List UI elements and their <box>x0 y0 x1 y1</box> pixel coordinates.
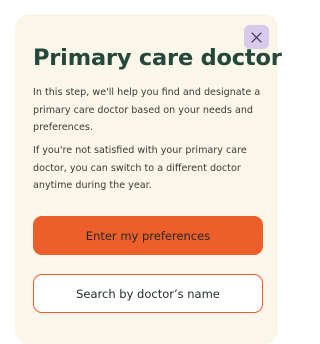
dialog-title: Primary care doctor <box>33 45 282 71</box>
search-by-doctor-name-button[interactable]: Search by doctor’s name <box>33 274 263 313</box>
switch-doctor-paragraph: If you're not satisfied with your primar… <box>33 145 247 191</box>
intro-paragraph: In this step, we'll help you find and de… <box>33 87 261 133</box>
enter-preferences-button[interactable]: Enter my preferences <box>33 216 263 255</box>
close-icon <box>251 31 262 43</box>
